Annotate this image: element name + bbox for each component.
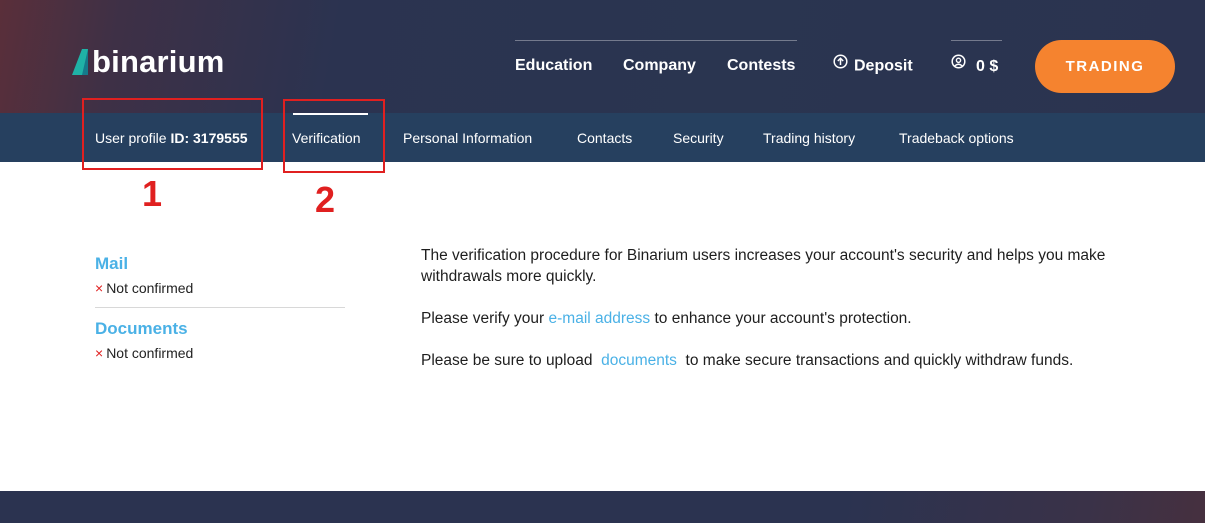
deposit-arrow-icon: [833, 54, 848, 75]
logo-mark-icon: [72, 47, 88, 77]
sidebar-divider: [95, 307, 345, 308]
site-header: binarium Education Company Contests Depo…: [0, 0, 1205, 113]
user-icon: [951, 54, 966, 75]
tab-personal-information[interactable]: Personal Information: [403, 129, 532, 147]
nav-company[interactable]: Company: [623, 56, 696, 76]
documents-link[interactable]: documents: [601, 352, 677, 369]
not-confirmed-icon: ×: [95, 280, 104, 296]
topnav-divider: [515, 40, 797, 41]
tab-trading-history[interactable]: Trading history: [763, 129, 855, 147]
not-confirmed-icon: ×: [95, 345, 104, 361]
email-verify-text: Please verify your e-mail address to enh…: [421, 308, 1161, 329]
para2-before: Please verify your: [421, 310, 549, 327]
trading-button[interactable]: TRADING: [1035, 40, 1175, 93]
nav-education[interactable]: Education: [515, 56, 592, 76]
para3-after: to make secure transactions and quickly …: [681, 352, 1074, 369]
deposit-link[interactable]: Deposit: [833, 54, 913, 77]
binarium-logo[interactable]: binarium: [72, 46, 225, 77]
para3-before: Please be sure to upload: [421, 352, 597, 369]
documents-status: × Not confirmed: [95, 344, 193, 362]
documents-status-text: Not confirmed: [106, 345, 194, 361]
logo-text: binarium: [92, 44, 225, 79]
para2-after: to enhance your account's protection.: [650, 310, 912, 327]
site-footer: [0, 491, 1205, 523]
annotation-box-2: [283, 99, 385, 173]
balance-divider: [951, 40, 1002, 41]
documents-upload-text: Please be sure to upload documents to ma…: [421, 350, 1161, 371]
balance-value: 0 $: [976, 57, 999, 75]
email-address-link[interactable]: e-mail address: [549, 310, 651, 327]
mail-status: × Not confirmed: [95, 279, 193, 297]
tab-contacts[interactable]: Contacts: [577, 129, 632, 147]
annotation-box-1: [82, 98, 263, 170]
verification-intro: The verification procedure for Binarium …: [421, 247, 1106, 285]
sidebar-documents-title[interactable]: Documents: [95, 319, 188, 339]
deposit-label: Deposit: [854, 57, 913, 75]
nav-contests[interactable]: Contests: [727, 56, 795, 76]
account-balance[interactable]: 0 $: [951, 54, 999, 77]
annotation-number-2: 2: [315, 179, 336, 220]
tab-security[interactable]: Security: [673, 129, 724, 147]
mail-status-text: Not confirmed: [106, 280, 194, 296]
sidebar-mail-title[interactable]: Mail: [95, 254, 128, 274]
annotation-number-1: 1: [142, 173, 163, 214]
tab-tradeback-options[interactable]: Tradeback options: [899, 129, 1014, 147]
